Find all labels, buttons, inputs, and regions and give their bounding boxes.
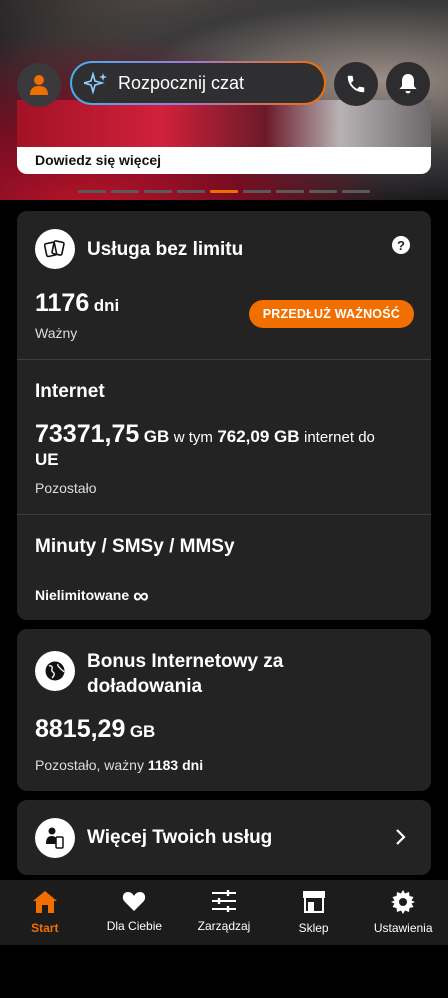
internet-eu-suffix: UE	[35, 450, 59, 469]
internet-unit: GB	[143, 427, 170, 446]
divider	[17, 514, 431, 515]
nav-start[interactable]: Start	[0, 880, 90, 945]
bonus-title: Bonus Internetowy za doładowania	[87, 651, 284, 697]
sim-cards-icon	[35, 229, 75, 269]
notifications-button[interactable]	[386, 62, 430, 106]
carousel-dot[interactable]	[243, 190, 271, 193]
nav-manage[interactable]: Zarządzaj	[179, 880, 269, 945]
nav-label: Ustawienia	[373, 921, 433, 935]
internet-title: Internet	[35, 381, 105, 402]
carousel-dot[interactable]	[144, 190, 172, 193]
internet-label: Pozostało	[35, 480, 97, 496]
nav-label: Start	[31, 921, 59, 935]
bonus-unit: GB	[129, 722, 156, 741]
promo-link[interactable]: Dowiedz się więcej	[17, 147, 431, 174]
validity-number: 1176	[35, 289, 90, 317]
globe-icon	[35, 651, 75, 691]
nav-label: Dla Ciebie	[106, 919, 163, 933]
carousel-dot[interactable]	[78, 190, 106, 193]
promo-banner[interactable]: Dowiedz się więcej	[17, 100, 431, 174]
bonus-number: 8815,29	[35, 715, 126, 743]
bonus-days: 1183 dni	[147, 757, 204, 773]
sliders-icon	[211, 890, 236, 912]
bottom-navigation: Start Dla Ciebie Zarządzaj Sklep Ustawie…	[0, 880, 448, 945]
system-nav-area	[0, 945, 448, 998]
minutes-title: Minuty / SMSy / MMSy	[35, 536, 235, 557]
chevron-right-icon	[396, 829, 406, 845]
validity-value: 1176 dni	[35, 289, 119, 318]
minutes-value: Nielimitowane ∞	[35, 583, 149, 609]
infinity-icon: ∞	[133, 583, 149, 608]
carousel-dot[interactable]	[210, 190, 238, 193]
call-button[interactable]	[334, 62, 378, 106]
carousel-dot[interactable]	[177, 190, 205, 193]
minutes-value-text: Nielimitowane	[35, 587, 130, 603]
nav-shop[interactable]: Sklep	[269, 880, 359, 945]
internet-eu-value: 762,09 GB	[217, 427, 300, 446]
more-services-title: Więcej Twoich usług	[87, 827, 273, 848]
bonus-value: 8815,29 GB	[35, 715, 155, 744]
top-bar: Rozpocznij czat	[0, 60, 448, 108]
divider	[17, 359, 431, 360]
bonus-label-text: Pozostało, ważny	[35, 757, 144, 773]
nav-label: Sklep	[298, 921, 329, 935]
unlimited-service-card: Usługa bez limitu ? 1176 dni Ważny PRZED…	[17, 211, 431, 620]
internet-number: 73371,75	[35, 420, 140, 448]
home-icon	[32, 891, 57, 913]
chat-button[interactable]: Rozpocznij czat	[70, 61, 326, 105]
shop-icon	[302, 891, 325, 913]
nav-label: Zarządzaj	[197, 919, 251, 933]
bonus-label: Pozostało, ważny 1183 dni	[35, 757, 203, 773]
validity-label: Ważny	[35, 325, 78, 341]
nav-for-you[interactable]: Dla Ciebie	[90, 880, 180, 945]
carousel-indicator	[78, 190, 370, 193]
chat-placeholder: Rozpocznij czat	[118, 72, 245, 93]
carousel-dot[interactable]	[111, 190, 139, 193]
carousel-dot[interactable]	[309, 190, 337, 193]
extend-validity-button[interactable]: PRZEDŁUŻ WAŻNOŚĆ	[248, 300, 414, 328]
user-phone-icon	[35, 818, 75, 858]
profile-button[interactable]	[17, 63, 61, 107]
internet-value: 73371,75 GB w tym 762,09 GB internet do …	[35, 420, 415, 472]
carousel-dot[interactable]	[342, 190, 370, 193]
gear-icon	[391, 890, 416, 914]
sparkle-icon	[84, 71, 107, 95]
more-services-card[interactable]: Więcej Twoich usług	[17, 800, 431, 875]
card-title: Usługa bez limitu	[87, 239, 244, 260]
validity-unit: dni	[93, 296, 120, 315]
user-icon	[30, 75, 48, 95]
heart-icon	[123, 892, 146, 911]
help-icon[interactable]: ?	[392, 236, 410, 254]
bell-icon	[399, 74, 417, 94]
internet-in-text: w tym	[173, 429, 213, 446]
bonus-internet-card: Bonus Internetowy za doładowania 8815,29…	[17, 629, 431, 791]
internet-eu-text: internet do	[304, 429, 375, 446]
phone-icon	[347, 75, 365, 93]
nav-settings[interactable]: Ustawienia	[358, 880, 448, 945]
carousel-dot[interactable]	[276, 190, 304, 193]
